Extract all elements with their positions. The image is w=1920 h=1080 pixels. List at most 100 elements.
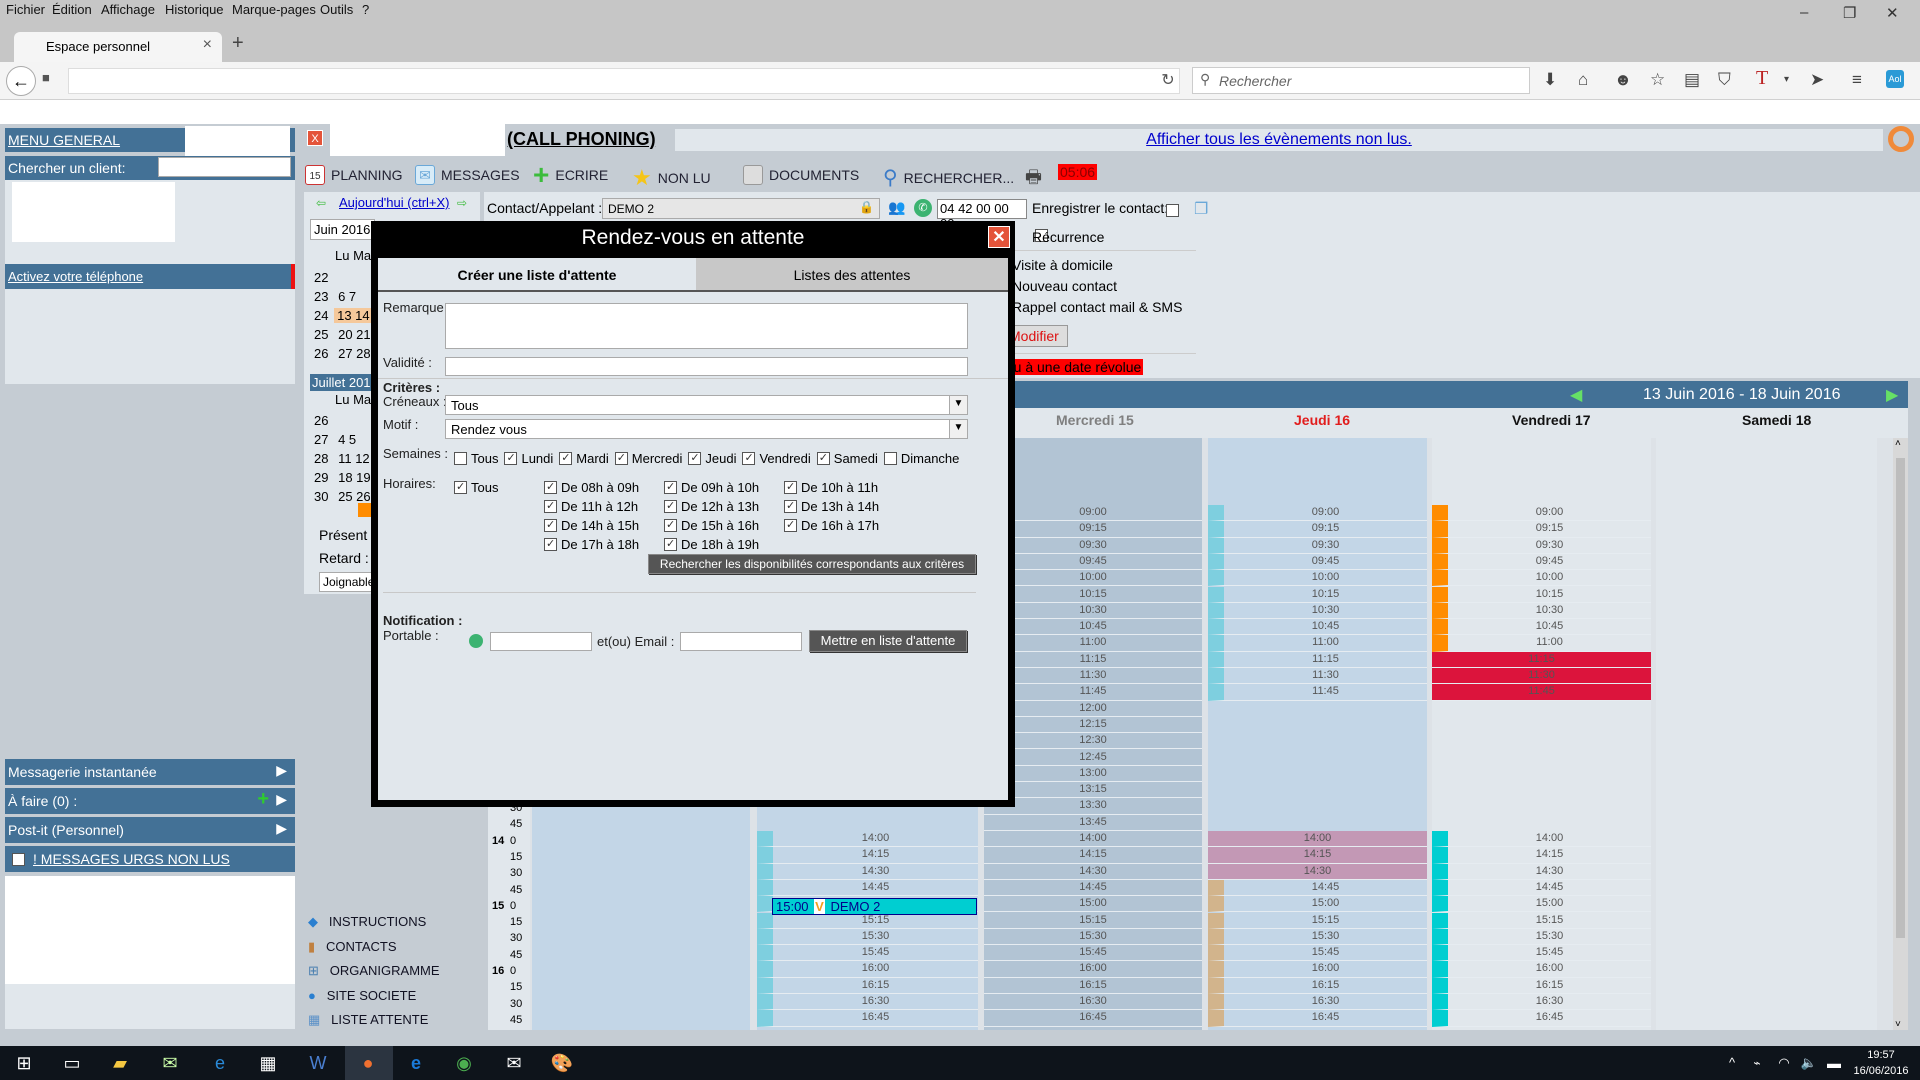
time-slot[interactable]: 14:30 bbox=[1432, 863, 1651, 880]
time-slot[interactable]: 14:45 bbox=[1208, 879, 1427, 897]
time-slot[interactable]: 12:00 bbox=[984, 701, 1202, 717]
task-view-icon[interactable]: ▭ bbox=[60, 1051, 84, 1075]
checkbox[interactable] bbox=[784, 481, 797, 494]
time-slot[interactable]: 14:45 bbox=[757, 879, 978, 897]
time-slot[interactable]: 13:30 bbox=[984, 798, 1202, 815]
internet-explorer-icon[interactable]: e bbox=[208, 1051, 232, 1075]
checkbox[interactable] bbox=[544, 500, 557, 513]
time-slot[interactable]: 15:00 bbox=[984, 896, 1202, 913]
checkbox[interactable] bbox=[544, 481, 557, 494]
prev-week-arrow-icon[interactable]: ◀ bbox=[1570, 385, 1582, 405]
creneaux-select[interactable]: Tous ▼ bbox=[445, 395, 968, 415]
day-cells[interactable]: 20 21 bbox=[338, 327, 371, 342]
time-slot[interactable]: 13:15 bbox=[984, 782, 1202, 799]
time-slot[interactable]: 09:15 bbox=[1432, 521, 1651, 538]
time-slot[interactable]: 16:30 bbox=[1208, 994, 1427, 1011]
contact-field[interactable]: DEMO 2 🔒 bbox=[602, 198, 880, 219]
reading-list-icon[interactable]: ▤ bbox=[1684, 70, 1700, 90]
phone-input[interactable]: 04 42 00 00 00 bbox=[937, 199, 1027, 231]
time-slot[interactable]: 10:45 bbox=[1432, 619, 1651, 636]
day-cells[interactable]: 6 7 bbox=[338, 289, 356, 304]
print-button[interactable]: 🖶 bbox=[1025, 165, 1042, 195]
time-slot[interactable]: 16:15 bbox=[984, 978, 1202, 994]
time-slot[interactable]: 14:30 bbox=[1208, 863, 1427, 880]
link-instructions[interactable]: ◆ INSTRUCTIONS bbox=[308, 910, 440, 935]
semaine-mardi[interactable]: Mardi bbox=[559, 451, 609, 466]
windows-start-icon[interactable]: ⊞ bbox=[12, 1051, 36, 1075]
toolbar-messages[interactable]: ✉ MESSAGES bbox=[415, 165, 520, 185]
time-slot[interactable]: 11:15 bbox=[1432, 651, 1651, 668]
horaire-slot[interactable]: De 15h à 16h bbox=[664, 518, 759, 533]
close-module-icon[interactable]: X bbox=[307, 130, 323, 146]
urgent-messages-link[interactable]: ! MESSAGES URGS NON LUS bbox=[33, 851, 230, 867]
day-header-jeudi[interactable]: Jeudi 16 bbox=[1294, 412, 1350, 428]
save-contact-checkbox[interactable] bbox=[1166, 204, 1179, 217]
time-slot[interactable]: 12:15 bbox=[984, 717, 1202, 734]
time-slot[interactable]: 16:30 bbox=[1432, 994, 1651, 1011]
day-column-mercredi[interactable]: 09:00 09:15 09:30 09:45 10:00 10:15 10:30 10:45… bbox=[984, 438, 1202, 1030]
time-slot[interactable]: 14:15 bbox=[757, 847, 978, 864]
expand-arrow-icon[interactable]: ▶ bbox=[276, 820, 287, 837]
time-slot[interactable]: 11:30 bbox=[984, 668, 1202, 685]
time-slot[interactable]: 09:45 bbox=[1432, 553, 1651, 571]
menu-general-link[interactable]: MENU GENERAL bbox=[8, 132, 120, 148]
close-window-button[interactable]: ✕ bbox=[1886, 4, 1899, 22]
system-clock[interactable]: 19:57 16/06/2016 bbox=[1848, 1047, 1914, 1079]
checkbox[interactable] bbox=[614, 452, 628, 465]
url-bar[interactable] bbox=[68, 68, 1180, 94]
calculator-icon[interactable]: ▦ bbox=[256, 1051, 280, 1075]
time-slot[interactable]: 10:00 bbox=[1432, 570, 1651, 587]
outlook-icon[interactable]: ✉ bbox=[158, 1051, 182, 1075]
menu-affichage[interactable]: Affichage bbox=[101, 2, 155, 17]
horaire-slot[interactable]: De 12h à 13h bbox=[664, 499, 759, 514]
time-slot[interactable]: 12:30 bbox=[984, 733, 1202, 750]
semaine-jeudi[interactable]: Jeudi bbox=[688, 451, 736, 466]
restore-button[interactable]: ❐ bbox=[1843, 4, 1856, 22]
semaine-lundi[interactable]: Lundi bbox=[504, 451, 553, 466]
checkbox[interactable] bbox=[784, 519, 797, 532]
time-slot[interactable]: 11:45 bbox=[1432, 684, 1651, 701]
time-slot[interactable]: 11:15 bbox=[984, 652, 1202, 668]
time-slot[interactable]: 11:15 bbox=[1208, 651, 1427, 668]
time-slot[interactable]: 09:45 bbox=[984, 554, 1202, 571]
day-cells[interactable]: 11 12 bbox=[338, 451, 370, 466]
semaine-vendredi[interactable]: Vendredi bbox=[742, 451, 811, 466]
link-organigramme[interactable]: ⊞ ORGANIGRAMME bbox=[308, 959, 440, 984]
time-slot[interactable]: 14:00 bbox=[1208, 831, 1427, 848]
horaire-tous[interactable]: Tous bbox=[454, 480, 498, 495]
horaire-slot[interactable]: De 16h à 17h bbox=[784, 518, 879, 533]
toolbar-ecrire[interactable]: + ECRIRE bbox=[533, 161, 608, 189]
scroll-up-icon[interactable]: ˄ bbox=[1895, 438, 1901, 449]
time-slot[interactable]: 09:15 bbox=[984, 521, 1202, 538]
time-slot[interactable]: 09:30 bbox=[1208, 537, 1427, 554]
horaire-slot[interactable]: De 11h à 12h bbox=[544, 499, 638, 514]
day-cells[interactable]: 27 28 bbox=[338, 346, 371, 361]
mail-icon[interactable]: ✉ bbox=[502, 1051, 526, 1075]
time-slot[interactable]: 10:30 bbox=[1208, 602, 1427, 620]
panel-post-it[interactable]: Post-it (Personnel) ▶ bbox=[5, 817, 295, 843]
search-availability-button[interactable]: Rechercher les disponibilités correspond… bbox=[648, 554, 976, 574]
time-slot[interactable]: 09:45 bbox=[1208, 553, 1427, 571]
time-slot[interactable]: 09:00 bbox=[1432, 505, 1651, 522]
time-slot[interactable]: 16:00 bbox=[757, 961, 978, 978]
horaire-slot[interactable]: De 13h à 14h bbox=[784, 499, 879, 514]
day-header-mercredi[interactable]: Mercredi 15 bbox=[1056, 412, 1134, 428]
home-icon[interactable]: ⌂ bbox=[1578, 70, 1588, 90]
dropdown-icon[interactable]: ▾ bbox=[1784, 74, 1789, 85]
checkbox[interactable] bbox=[504, 452, 518, 465]
horaire-slot[interactable]: De 17h à 18h bbox=[544, 537, 639, 552]
link-liste-attente[interactable]: ▦ LISTE ATTENTE bbox=[308, 1008, 440, 1033]
checkbox[interactable] bbox=[544, 538, 557, 551]
time-slot[interactable]: 14:15 bbox=[1432, 847, 1651, 864]
time-slot[interactable]: 10:00 bbox=[1208, 570, 1427, 587]
horaire-slot[interactable]: De 18h à 19h bbox=[664, 537, 759, 552]
calendar-scrollbar[interactable]: ˄ ˅ bbox=[1893, 438, 1908, 1030]
menu-historique[interactable]: Historique bbox=[165, 2, 224, 17]
prev-day-arrow-icon[interactable]: ⇦ bbox=[316, 196, 326, 210]
hamburger-menu-icon[interactable]: ≡ bbox=[1852, 70, 1862, 90]
menu-help[interactable]: ? bbox=[362, 2, 369, 17]
time-slot[interactable]: 16:15 bbox=[1208, 977, 1427, 994]
menu-outils[interactable]: Outils bbox=[320, 2, 353, 17]
time-slot[interactable]: 15:45 bbox=[1208, 945, 1427, 962]
checkbox[interactable] bbox=[559, 452, 573, 465]
